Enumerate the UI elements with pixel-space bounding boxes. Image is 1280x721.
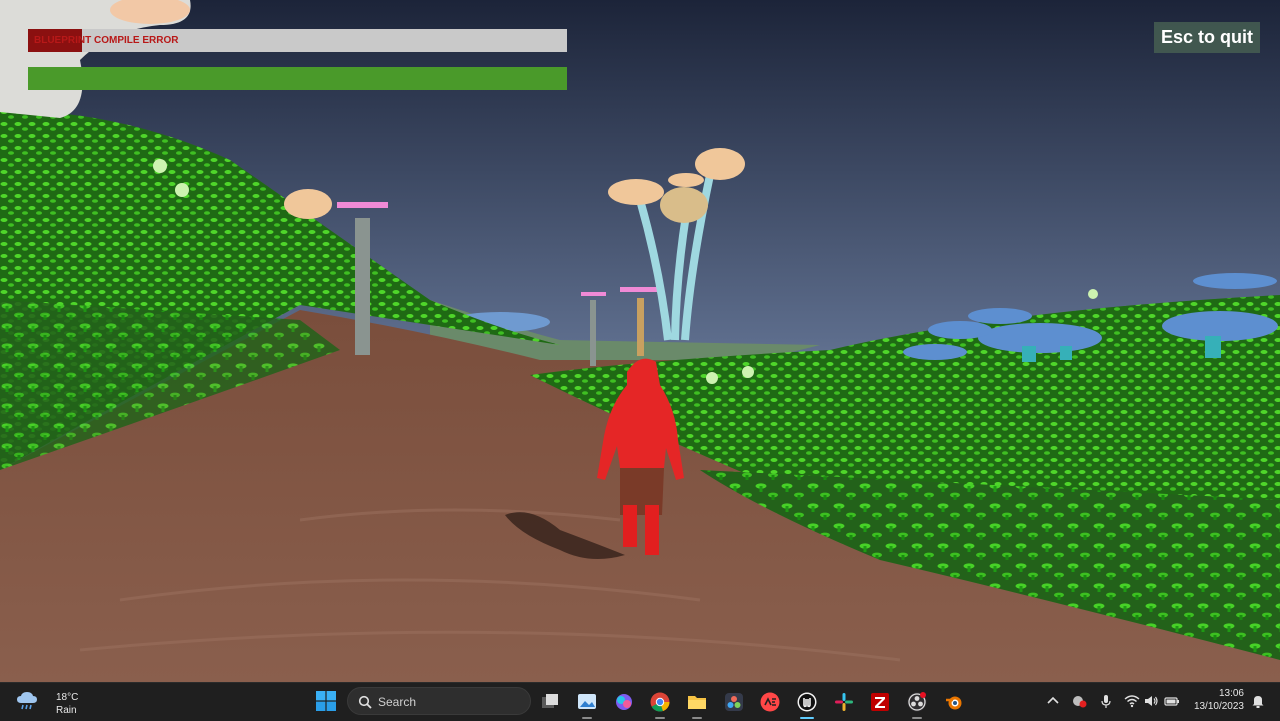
chevron-up-icon[interactable]	[1045, 693, 1061, 709]
photos-icon	[578, 694, 596, 709]
clock-time[interactable]: 13:06	[1218, 688, 1244, 699]
running-indicator	[655, 717, 665, 719]
taskbar-app-photos[interactable]	[573, 688, 601, 719]
folder-icon	[688, 696, 706, 709]
rain-cloud-icon	[16, 691, 38, 711]
clock-date[interactable]: 13/10/2023	[1186, 701, 1244, 712]
compile-error-label: BLUEPRINT COMPILE ERROR	[34, 35, 179, 46]
chrome-icon	[650, 692, 670, 712]
health-bar: BLUEPRINT COMPILE ERROR	[28, 29, 567, 52]
taskbar-app-filezilla[interactable]	[866, 688, 894, 716]
weather-widget[interactable]: 18°C Rain	[14, 688, 114, 716]
stamina-bar	[28, 67, 567, 90]
taskbar-app-slack[interactable]	[830, 688, 858, 716]
copilot-icon	[616, 694, 632, 710]
taskbar-app-file-explorer[interactable]	[683, 688, 711, 719]
speaker-icon[interactable]	[1143, 693, 1159, 709]
taskbar-app-unreal-engine[interactable]	[793, 688, 821, 719]
game-viewport[interactable]: BLUEPRINT COMPILE ERROR Esc to quit	[0, 0, 1280, 682]
blender-icon	[946, 696, 962, 710]
battery-icon[interactable]	[1164, 693, 1180, 709]
search-icon	[358, 695, 372, 709]
windows-taskbar: 18°C Rain Search 13:06 13/10/2023	[0, 682, 1280, 721]
start-button[interactable]	[316, 691, 336, 711]
weather-condition: Rain	[56, 705, 77, 716]
taskbar-search-box[interactable]: Search	[347, 687, 531, 715]
active-window-indicator	[800, 717, 814, 719]
search-placeholder: Search	[378, 695, 417, 709]
taskbar-app-obs-studio[interactable]	[903, 688, 931, 719]
filezilla-icon	[871, 693, 889, 711]
task-view-icon	[542, 694, 558, 708]
running-indicator	[692, 717, 702, 719]
unreal-icon	[797, 692, 817, 712]
running-indicator	[582, 717, 592, 719]
windows-logo-icon	[316, 691, 336, 711]
taskbar-app-chrome[interactable]	[646, 688, 674, 719]
microphone-icon[interactable]	[1098, 693, 1114, 709]
taskbar-app-blender[interactable]	[940, 688, 968, 716]
security-icon[interactable]	[1071, 693, 1087, 709]
davinci-icon	[725, 693, 743, 711]
taskbar-app-task-view[interactable]	[536, 688, 564, 716]
esc-to-quit-hint: Esc to quit	[1154, 22, 1260, 53]
scene-render	[0, 0, 1280, 682]
obs-icon	[907, 692, 927, 712]
taskbar-app-ea[interactable]	[756, 688, 784, 716]
stamina-bar-fill	[28, 67, 567, 90]
weather-temperature: 18°C	[56, 692, 79, 703]
slack-icon	[835, 693, 853, 711]
wifi-icon[interactable]	[1124, 693, 1140, 709]
bell-icon[interactable]	[1250, 693, 1266, 709]
taskbar-app-davinci-resolve[interactable]	[720, 688, 748, 716]
ea-icon	[760, 692, 780, 712]
running-indicator	[912, 717, 922, 719]
taskbar-app-copilot[interactable]	[610, 688, 638, 716]
